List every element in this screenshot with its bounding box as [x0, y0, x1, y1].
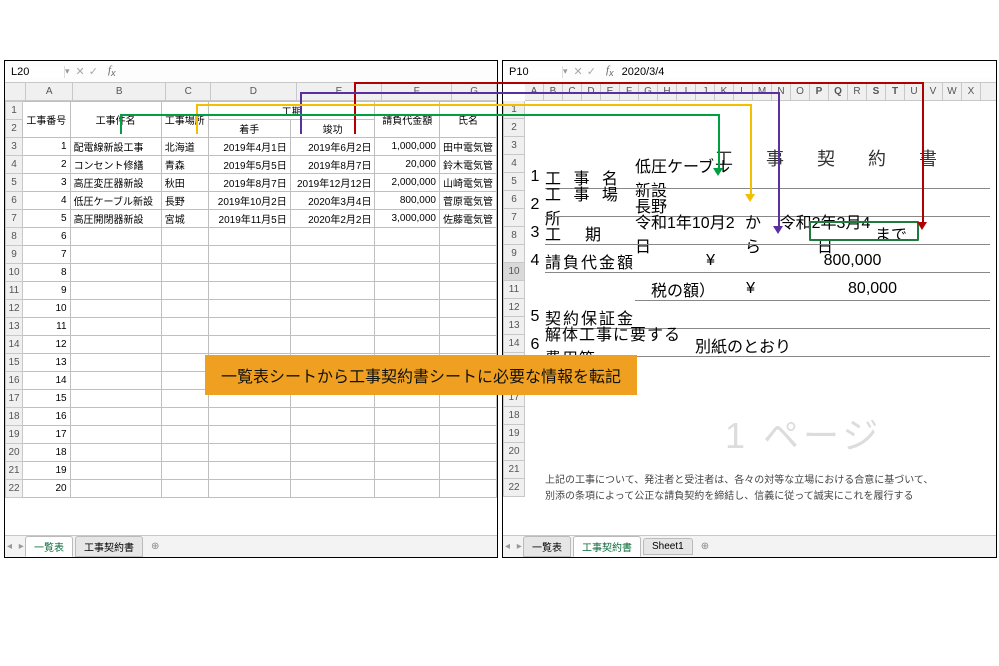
enter-icon[interactable]: ✓	[89, 65, 98, 78]
tab-contract[interactable]: 工事契約書	[75, 536, 143, 557]
enter-icon[interactable]: ✓	[587, 65, 596, 78]
cancel-icon[interactable]: ✕	[574, 65, 583, 78]
fx-icon[interactable]: fx	[602, 64, 618, 78]
page-watermark: 1 ページ	[725, 407, 882, 459]
contract-document: 工 事 契 約 書 1工 事 名低圧ケーブル新設 2工 事 場 所長野 3 工 …	[525, 101, 996, 535]
tab-list[interactable]: 一覧表	[25, 536, 73, 557]
annotation-banner: 一覧表シートから工事契約書シートに必要な情報を転記	[205, 355, 637, 395]
tab-sheet1[interactable]: Sheet1	[643, 538, 693, 555]
tab-nav-icon[interactable]: ◂ ▸	[7, 541, 26, 552]
row-headers[interactable]: 12345678910111213141516171819202122	[503, 101, 525, 497]
formula-input[interactable]: 2020/3/4	[618, 66, 996, 78]
right-spreadsheet-pane: P10 ▾ ✕ ✓ fx 2020/3/4 ABCDEFGHIJKLMNOPQR…	[502, 60, 997, 558]
tab-nav-icon[interactable]: ◂ ▸	[505, 541, 524, 552]
column-headers[interactable]: ABCDEFGHIJKLMNOPQRSTUVWX	[525, 83, 996, 101]
value-amount: 800,000	[715, 252, 990, 270]
sheet-tabs: ◂ ▸ 一覧表 工事契約書 Sheet1 ⊕	[503, 535, 996, 557]
name-box[interactable]: L20	[5, 66, 65, 78]
tab-list[interactable]: 一覧表	[523, 536, 571, 557]
sheet-tabs: ◂ ▸ 一覧表 工事契約書 ⊕	[5, 535, 497, 557]
column-headers[interactable]: ABCDEFG	[5, 83, 497, 101]
add-sheet-icon[interactable]: ⊕	[695, 541, 715, 552]
fx-icon[interactable]: fx	[104, 64, 120, 78]
list-table[interactable]: 1工事番号工事件名工事場所工期請負代金額氏名2着手竣功31配電線新設工事北海道2…	[5, 101, 497, 498]
tab-contract[interactable]: 工事契約書	[573, 536, 641, 557]
left-spreadsheet-pane: L20 ▾ ✕ ✓ fx ABCDEFG 1工事番号工事件名工事場所工期請負代金…	[4, 60, 498, 558]
add-sheet-icon[interactable]: ⊕	[145, 541, 165, 552]
formula-bar: L20 ▾ ✕ ✓ fx	[5, 61, 497, 83]
name-box[interactable]: P10	[503, 66, 563, 78]
formula-bar: P10 ▾ ✕ ✓ fx 2020/3/4	[503, 61, 996, 83]
cancel-icon[interactable]: ✕	[76, 65, 85, 78]
